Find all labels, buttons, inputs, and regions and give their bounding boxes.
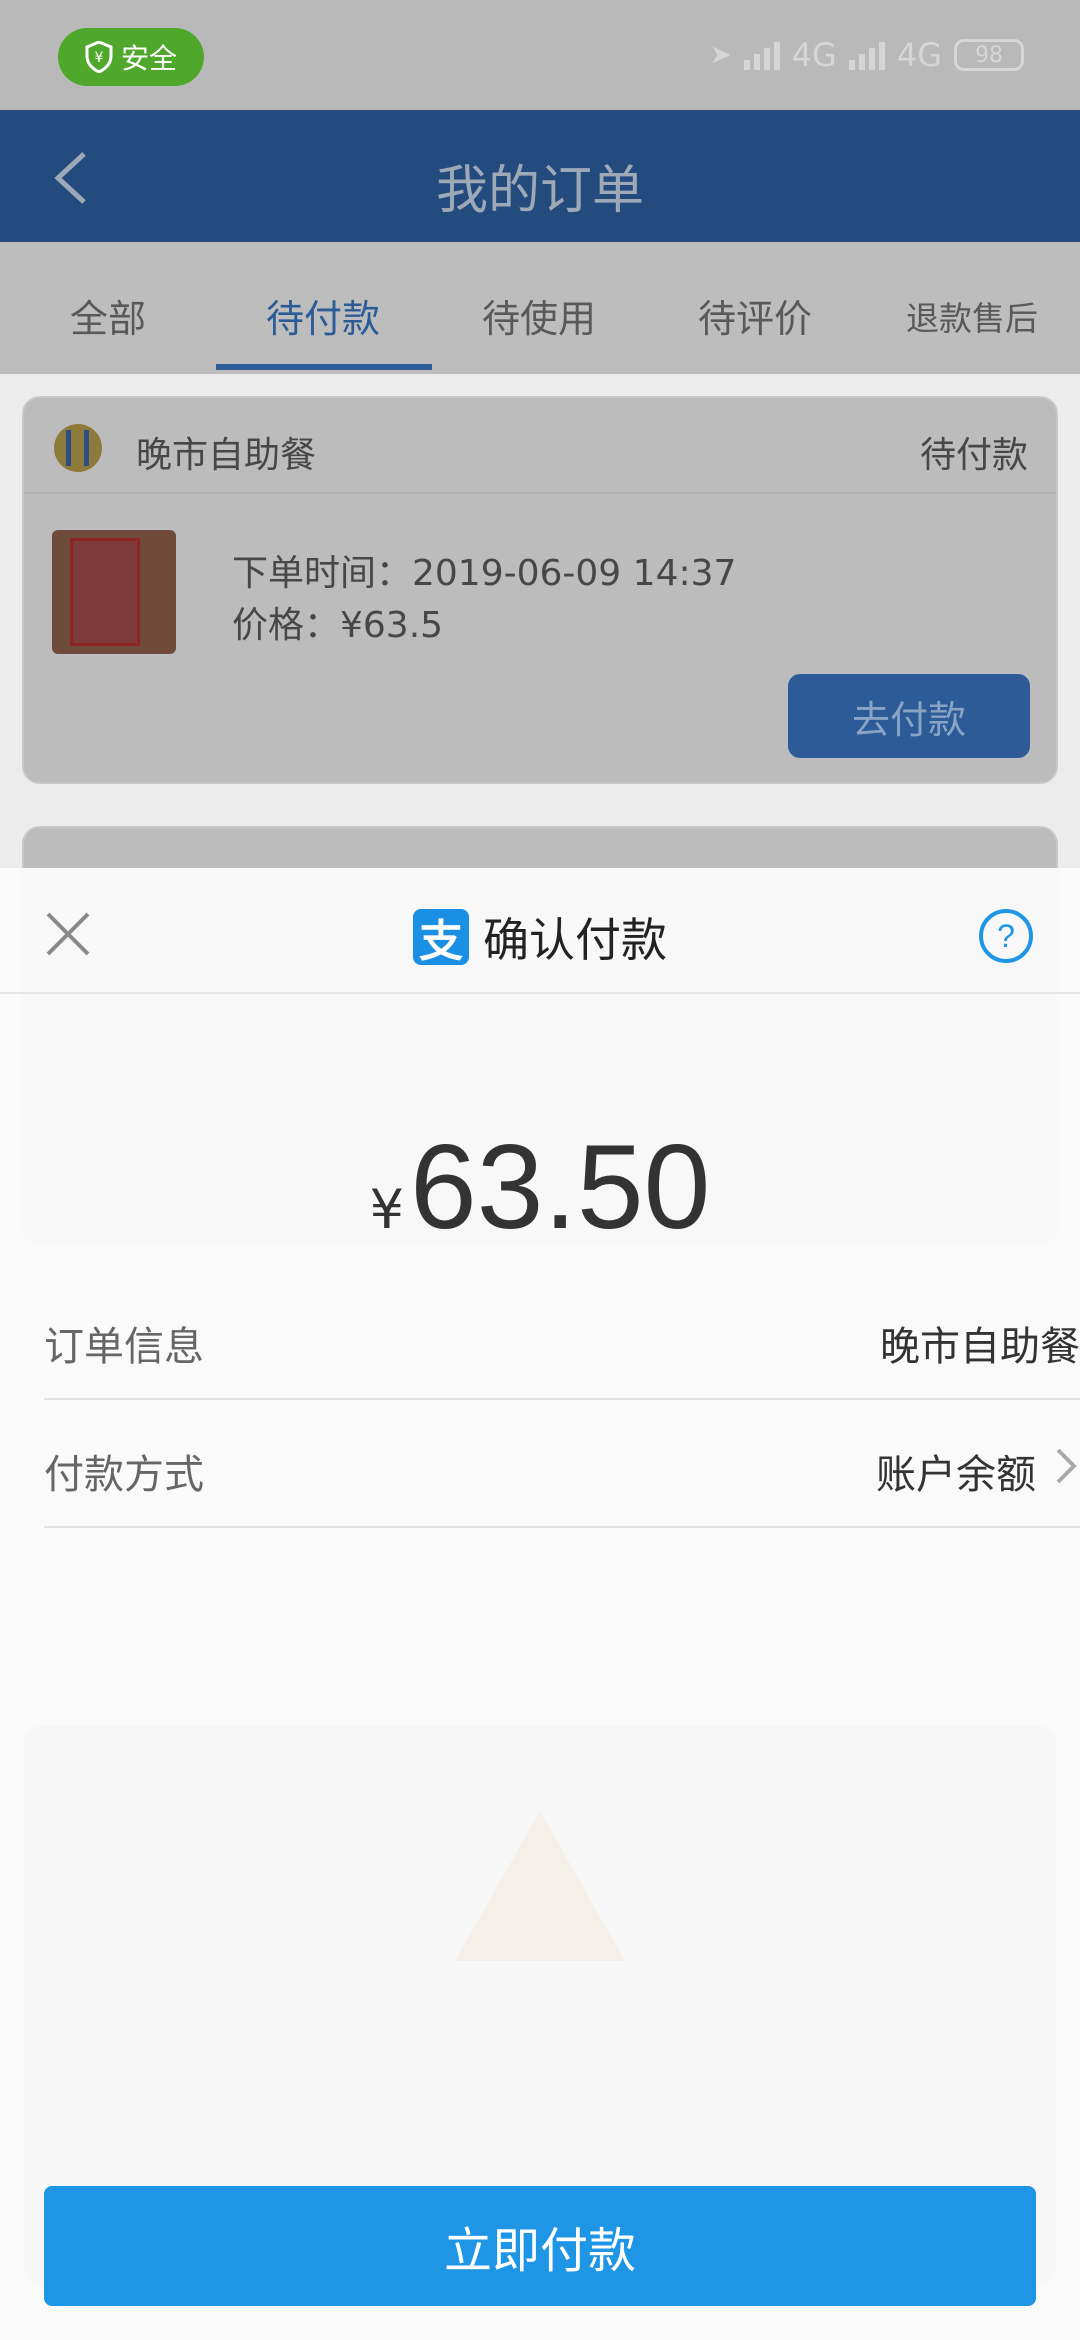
- chevron-right-icon: [1056, 1448, 1077, 1484]
- go-pay-button[interactable]: 去付款: [788, 674, 1030, 758]
- payment-method-row[interactable]: 付款方式 账户余额: [44, 1400, 1080, 1528]
- pay-now-button[interactable]: 立即付款: [44, 2186, 1036, 2306]
- amount-value: 63.50: [410, 1120, 711, 1254]
- shop-thumbnail: [52, 530, 176, 654]
- order-tabs: 全部 待付款 待使用 待评价 退款售后: [0, 242, 1080, 374]
- tab-refund[interactable]: 退款售后: [906, 292, 1038, 340]
- network-type-1: 4G: [791, 36, 837, 74]
- tab-pending-payment[interactable]: 待付款: [266, 288, 380, 343]
- signal-bars-icon: [743, 40, 780, 70]
- tab-to-review[interactable]: 待评价: [698, 288, 812, 343]
- signal-bars-icon: [848, 40, 885, 70]
- payment-method-label: 付款方式: [44, 1452, 204, 1498]
- order-info-label: 订单信息: [44, 1324, 204, 1370]
- safe-label: 安全: [120, 42, 177, 75]
- warning-icon: [455, 1811, 625, 1961]
- svg-text:¥: ¥: [95, 50, 104, 66]
- payment-sheet-header: 支 确认付款 ?: [0, 868, 1080, 994]
- order-info-value: 晚市自助餐: [880, 1324, 1080, 1370]
- shield-icon: ¥: [85, 41, 113, 73]
- shop-sign-image: [70, 538, 140, 646]
- sheet-title-text: 确认付款: [483, 913, 667, 967]
- tab-to-use[interactable]: 待使用: [482, 288, 596, 343]
- shop-name: 晚市自助餐: [136, 435, 317, 476]
- order-time: 下单时间：2019-06-09 14:37: [232, 553, 737, 594]
- status-bar: ¥ 安全 ➤ 4G 4G 98: [0, 0, 1080, 110]
- active-tab-indicator: [216, 364, 432, 370]
- payment-sheet: 支 确认付款 ? ¥63.50 订单信息 晚市自助餐 付款方式 账户余额 立即付…: [0, 868, 1080, 2340]
- order-card-header: 晚市自助餐 待付款: [24, 398, 1056, 494]
- order-status: 待付款: [919, 435, 1028, 476]
- payment-sheet-title: 支 确认付款: [0, 904, 1080, 970]
- alipay-logo-icon: 支: [413, 909, 469, 967]
- battery-icon: 98: [954, 39, 1024, 71]
- svg-text:?: ?: [997, 918, 1015, 954]
- order-info-row: 订单信息 晚市自助餐: [44, 1272, 1080, 1400]
- app-header: 我的订单: [0, 110, 1080, 242]
- currency-symbol: ¥: [369, 1178, 405, 1241]
- restaurant-icon: [54, 424, 102, 472]
- signal-icon: ➤: [709, 40, 732, 70]
- payment-method-value: 账户余额: [876, 1452, 1036, 1498]
- tab-all[interactable]: 全部: [70, 288, 146, 343]
- network-type-2: 4G: [896, 36, 942, 74]
- help-icon[interactable]: ?: [978, 908, 1034, 964]
- order-price: 价格：¥63.5: [232, 605, 444, 646]
- status-indicators: ➤ 4G 4G 98: [710, 36, 1024, 74]
- page-title: 我的订单: [435, 161, 644, 221]
- payment-amount: ¥63.50: [0, 1118, 1080, 1256]
- safe-badge: ¥ 安全: [58, 28, 204, 86]
- order-card[interactable]: 晚市自助餐 待付款 下单时间：2019-06-09 14:37 价格：¥63.5…: [22, 396, 1058, 784]
